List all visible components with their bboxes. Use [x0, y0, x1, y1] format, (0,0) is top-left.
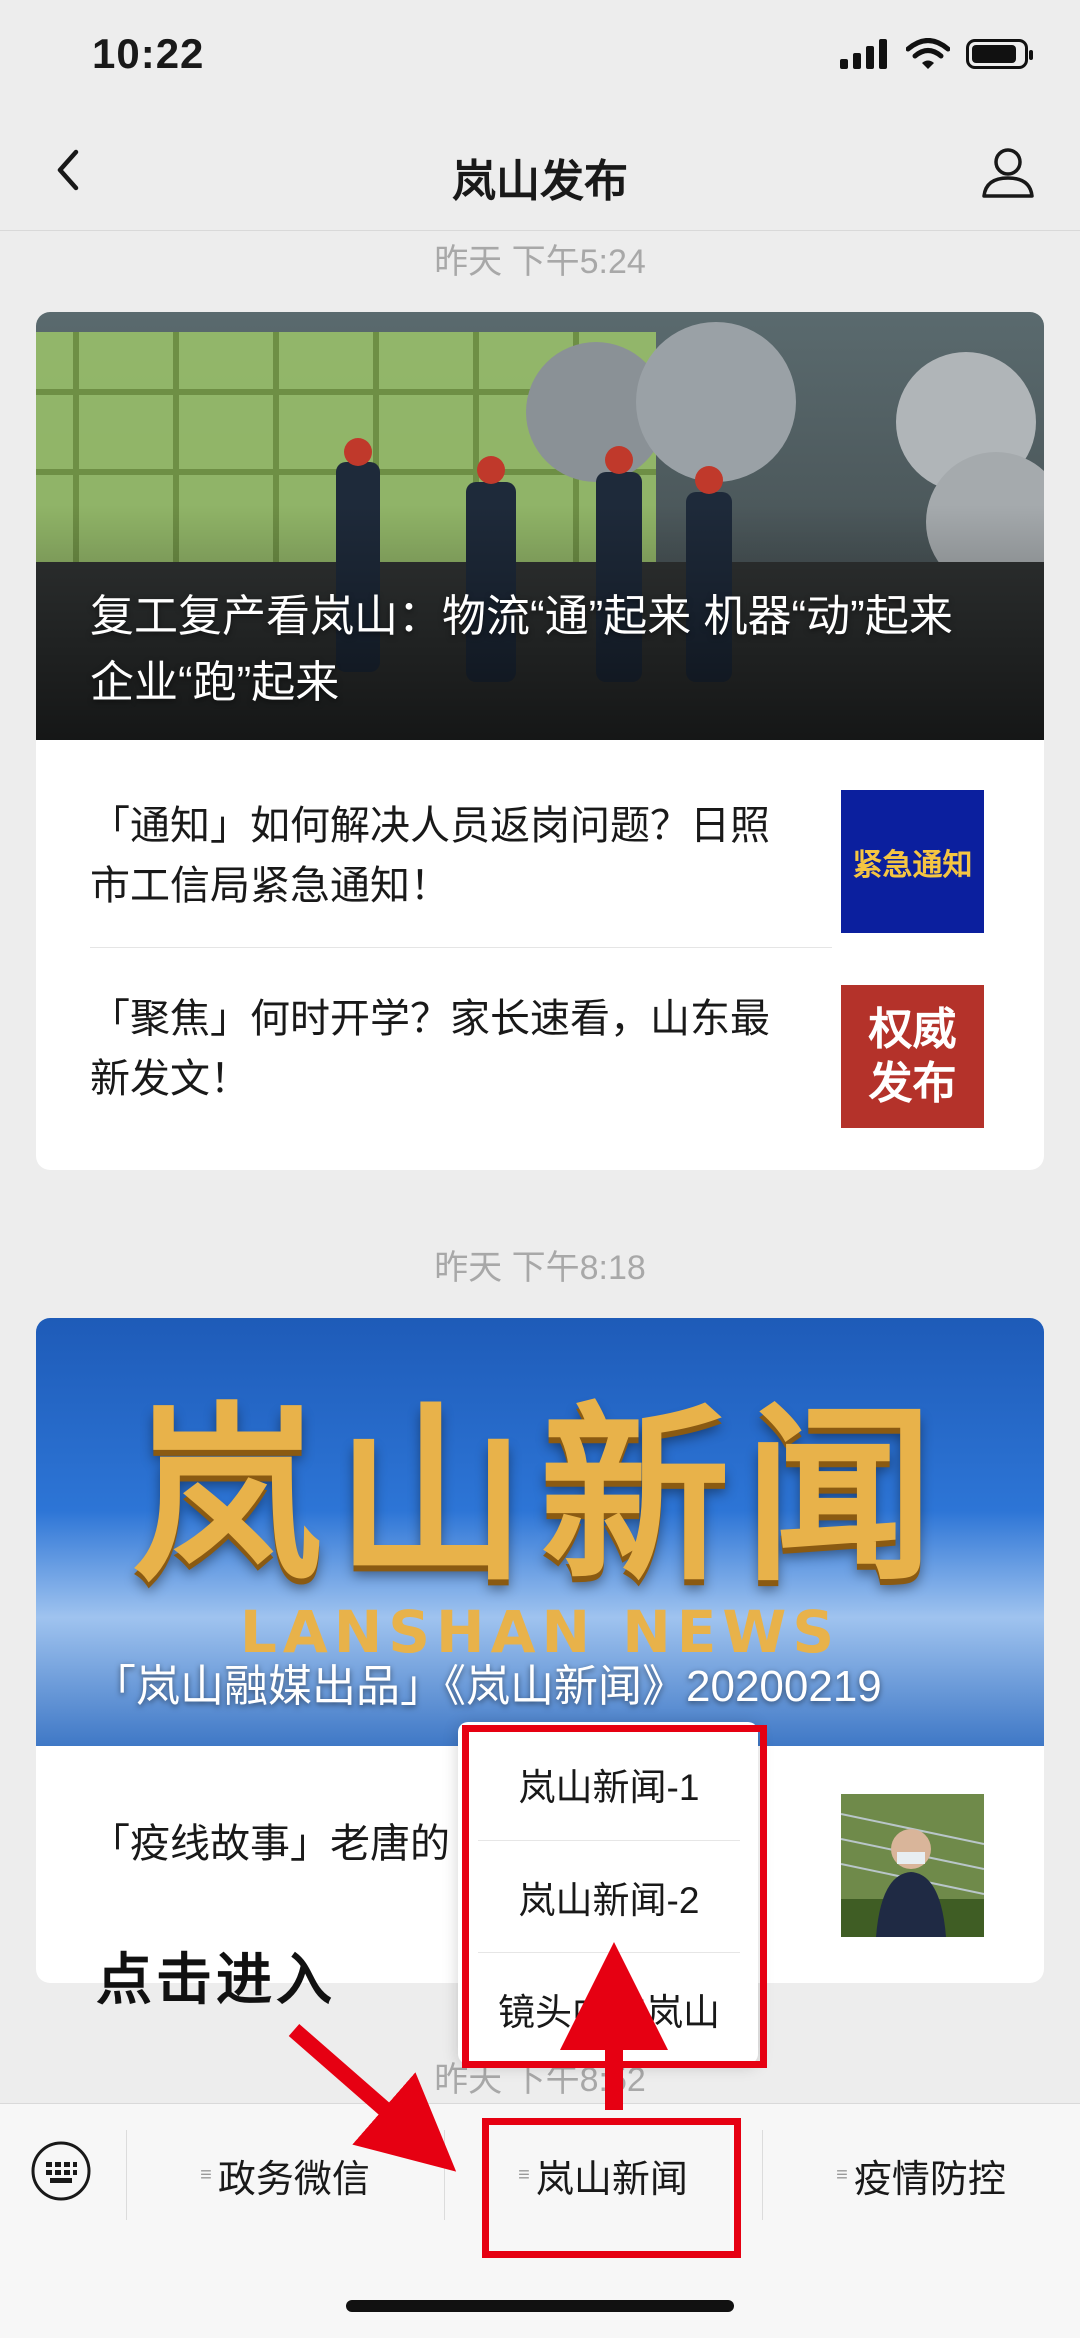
menu-lines-icon: ≡	[200, 2163, 212, 2186]
hero-title: 「岚山融媒出品」《岚山新闻》20200219	[92, 1662, 882, 1711]
menu-button-epidemic[interactable]: ≡ 疫情防控	[762, 2110, 1080, 2240]
hero-banner-title: 岚山新闻	[131, 1384, 948, 1607]
list-item[interactable]: 「聚焦」何时开学？家长速看，山东最新发文！ 权威发布	[90, 967, 984, 1147]
list-item-title: 「通知」如何解决人员返岗问题？日照市工信局紧急通知！	[90, 804, 770, 908]
article-card: 复工复产看岚山：物流“通”起来 机器“动”起来 企业“跑”起来 「通知」如何解决…	[36, 312, 1044, 1170]
thumbnail	[841, 1794, 984, 1937]
list-item[interactable]: 「通知」如何解决人员返岗问题？日照市工信局紧急通知！ 紧急通知	[90, 772, 984, 952]
list-item-title: 「聚焦」何时开学？家长速看，山东最新发文！	[90, 997, 770, 1101]
thumbnail-text: 紧急通知	[852, 847, 973, 883]
signal-icon	[840, 39, 887, 69]
thumbnail-text: 权威发布	[868, 1003, 957, 1109]
wifi-icon	[906, 38, 950, 69]
status-time: 10:22	[92, 30, 205, 77]
hero-article[interactable]: 复工复产看岚山：物流“通”起来 机器“动”起来 企业“跑”起来	[36, 312, 1044, 740]
keyboard-icon[interactable]	[30, 2140, 92, 2202]
menu-lines-icon: ≡	[836, 2163, 848, 2186]
hero-article[interactable]: 岚山新闻 LANSHAN NEWS 「岚山融媒出品」《岚山新闻》20200219	[36, 1318, 1044, 1746]
battery-icon	[966, 39, 1033, 69]
page-title: 岚山发布	[452, 157, 628, 206]
divider	[90, 947, 832, 948]
menu-label: 政务微信	[217, 2158, 370, 2201]
status-icons	[840, 38, 1033, 70]
highlight-box-menu	[482, 2118, 741, 2258]
menu-button-zhengwu[interactable]: ≡ 政务微信	[126, 2110, 444, 2240]
thumbnail: 权威发布	[841, 985, 984, 1128]
menu-label: 疫情防控	[853, 2158, 1006, 2201]
timestamp: 昨天 下午5:24	[434, 243, 646, 281]
annotation-text: 点击进入	[96, 1948, 336, 2011]
highlight-box-submenu	[462, 1725, 767, 2068]
home-indicator	[346, 2300, 734, 2312]
timestamp: 昨天 下午8:18	[434, 1249, 646, 1287]
hero-title: 复工复产看岚山：物流“通”起来 机器“动”起来 企业“跑”起来	[90, 592, 953, 707]
profile-icon[interactable]	[976, 140, 1040, 204]
thumbnail: 紧急通知	[841, 790, 984, 933]
